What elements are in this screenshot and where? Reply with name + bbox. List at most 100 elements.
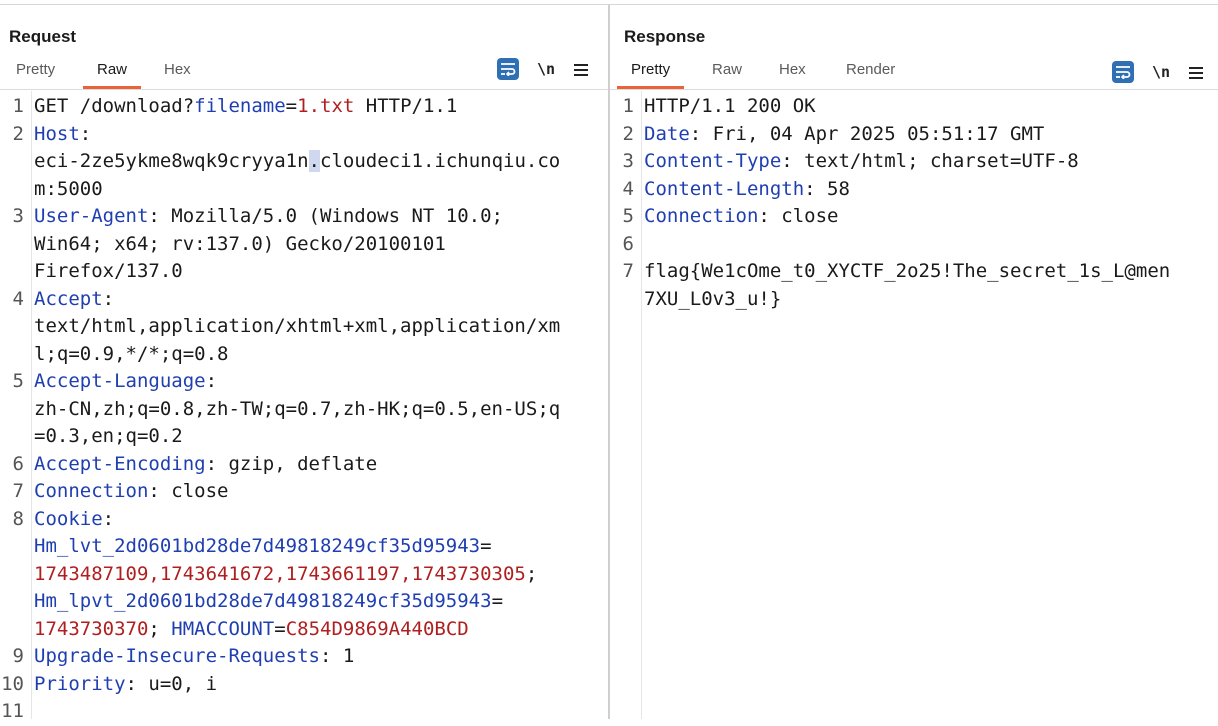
plain-text: Win64; x64; rv:137.0) Gecko/20100101 — [34, 232, 446, 255]
line-text: HTTP/1.1 200 OK — [644, 93, 816, 121]
line-text: Connection: close — [644, 203, 838, 231]
header-name: Accept-Encoding — [34, 452, 206, 475]
line-text: m:5000 — [34, 176, 103, 204]
line-text: Date: Fri, 04 Apr 2025 05:51:17 GMT — [644, 121, 1044, 149]
line-text: text/html,application/xhtml+xml,applicat… — [34, 313, 560, 341]
response-tab-hex[interactable]: Hex — [765, 61, 820, 87]
param-value: 1.txt — [297, 95, 355, 117]
header-name: Connection — [34, 480, 149, 502]
plain-text: 7XU_L0v3_u!} — [644, 287, 782, 310]
line-text: Win64; x64; rv:137.0) Gecko/20100101 — [34, 231, 446, 259]
line-number: 5 — [12, 370, 24, 392]
line-text: flag{We1cOme_t0_XYCTF_2o25!The_secret_1s… — [644, 258, 1170, 286]
plain-text: : Mozilla/5.0 (Windows NT 10.0; — [148, 205, 503, 227]
plain-text: : u=0, i — [125, 672, 218, 695]
plain-text: eci-2ze5ykme8wqk9cryya1n — [34, 150, 309, 172]
line-text: Hm_lpvt_2d0601bd28de7d49818249cf35d95943… — [34, 588, 503, 616]
line-text: Content-Length: 58 — [644, 176, 850, 204]
line-text: User-Agent: Mozilla/5.0 (Windows NT 10.0… — [34, 203, 503, 231]
plain-text: : close — [758, 205, 839, 227]
line-text: Accept: — [34, 286, 114, 314]
line-text: 1743730370; HMACCOUNT=C854D9869A440BCD — [34, 616, 469, 644]
header-name: Content-Length — [644, 177, 805, 200]
newline-toggle-icon[interactable]: \n — [537, 58, 555, 80]
response-pane: Response Pretty Raw Hex Render \n 1 HTTP/… — [610, 5, 1218, 719]
response-tab-raw[interactable]: Raw — [698, 61, 756, 87]
plain-text: =0.3,en;q=0.2 — [34, 425, 183, 447]
response-editor[interactable]: 1 HTTP/1.1 200 OK 2 Date: Fri, 04 Apr 2025 … — [610, 91, 1218, 719]
line-number: 2 — [12, 122, 24, 145]
plain-text: cloudeci1.ichunqiu.co — [320, 150, 561, 172]
param-value: C854D9869A440BCD — [285, 617, 469, 640]
plain-text: : — [79, 122, 92, 145]
line-text: GET /download?filename=1.txt HTTP/1.1 — [34, 93, 457, 121]
line-number: 3 — [622, 150, 634, 172]
param-value: 1743487109,1743641672,1743661197,1743730… — [34, 562, 526, 585]
request-tab-divider — [0, 89, 608, 90]
line-text: zh-CN,zh;q=0.8,zh-TW;q=0.7,zh-HK;q=0.5,e… — [34, 396, 560, 424]
line-number: 10 — [1, 672, 24, 695]
line-number: 1 — [622, 95, 634, 117]
plain-text: : — [205, 370, 218, 392]
plain-text: = — [274, 617, 286, 640]
request-tab-raw[interactable]: Raw — [83, 61, 142, 89]
line-number: 4 — [12, 287, 24, 310]
header-name: Accept — [34, 287, 103, 310]
header-name: Content-Type — [644, 150, 782, 172]
line-text: =0.3,en;q=0.2 — [34, 423, 183, 451]
request-pane: Request Pretty Raw Hex \n 1 GET /download… — [0, 5, 608, 722]
header-name: Cookie — [34, 507, 103, 530]
word-wrap-icon[interactable] — [1112, 61, 1134, 83]
line-number: 5 — [622, 205, 634, 227]
plain-text: = — [491, 590, 504, 612]
plain-text: ; — [525, 562, 538, 585]
header-name: filename — [194, 95, 286, 117]
line-number: 7 — [12, 480, 24, 502]
header-name: User-Agent — [34, 205, 149, 227]
line-number: 3 — [12, 205, 24, 227]
plain-text: : — [102, 287, 115, 310]
line-number: 9 — [12, 645, 24, 667]
line-text: Hm_lvt_2d0601bd28de7d49818249cf35d95943= — [34, 533, 492, 561]
line-number: 4 — [622, 177, 634, 200]
response-tab-pretty[interactable]: Pretty — [617, 61, 685, 89]
header-name: Hm_lvt_2d0601bd28de7d49818249cf35d95943 — [34, 535, 481, 557]
line-text: Upgrade-Insecure-Requests: 1 — [34, 643, 354, 671]
plain-text: HTTP/1.1 200 OK — [644, 95, 816, 117]
line-text: Host: — [34, 121, 91, 149]
header-name: Connection — [644, 205, 759, 227]
header-name: HMACCOUNT — [171, 617, 275, 640]
newline-toggle-icon[interactable]: \n — [1152, 61, 1170, 83]
plain-text: : 1 — [319, 645, 355, 667]
plain-text: : Fri, 04 Apr 2025 05:51:17 GMT — [689, 122, 1045, 145]
param-value: 1743730370 — [34, 617, 149, 640]
line-number: 6 — [12, 452, 24, 475]
menu-icon[interactable] — [574, 61, 588, 83]
plain-text: HTTP/1.1 — [354, 95, 458, 117]
plain-text: l;q=0.9,*/*;q=0.8 — [34, 342, 229, 365]
plain-text: GET /download? — [34, 95, 195, 117]
request-gutter — [0, 91, 32, 719]
response-tab-divider — [610, 89, 1218, 90]
word-wrap-icon[interactable] — [497, 58, 519, 80]
header-name: Accept-Language — [34, 370, 206, 392]
line-number: 1 — [12, 95, 24, 117]
header-name: Date — [644, 122, 690, 145]
plain-text: m:5000 — [34, 177, 103, 200]
plain-text: ; — [148, 617, 172, 640]
line-number: 6 — [622, 232, 634, 255]
request-tab-pretty[interactable]: Pretty — [2, 61, 69, 87]
line-text: Content-Type: text/html; charset=UTF-8 — [644, 148, 1079, 176]
request-editor[interactable]: 1 GET /download?filename=1.txt HTTP/1.1 2 H… — [0, 91, 608, 722]
header-name: Host — [34, 122, 80, 145]
line-text: eci-2ze5ykme8wqk9cryya1n.cloudeci1.ichun… — [34, 148, 560, 176]
response-tab-render[interactable]: Render — [832, 61, 909, 87]
line-text: Priority: u=0, i — [34, 671, 217, 699]
line-number: 11 — [1, 700, 24, 722]
menu-icon[interactable] — [1189, 64, 1203, 86]
request-tab-hex[interactable]: Hex — [150, 61, 205, 87]
line-text: Cookie: — [34, 506, 114, 534]
plain-text: = — [285, 95, 298, 117]
line-text: Firefox/137.0 — [34, 258, 183, 286]
plain-text: : gzip, deflate — [205, 452, 378, 475]
